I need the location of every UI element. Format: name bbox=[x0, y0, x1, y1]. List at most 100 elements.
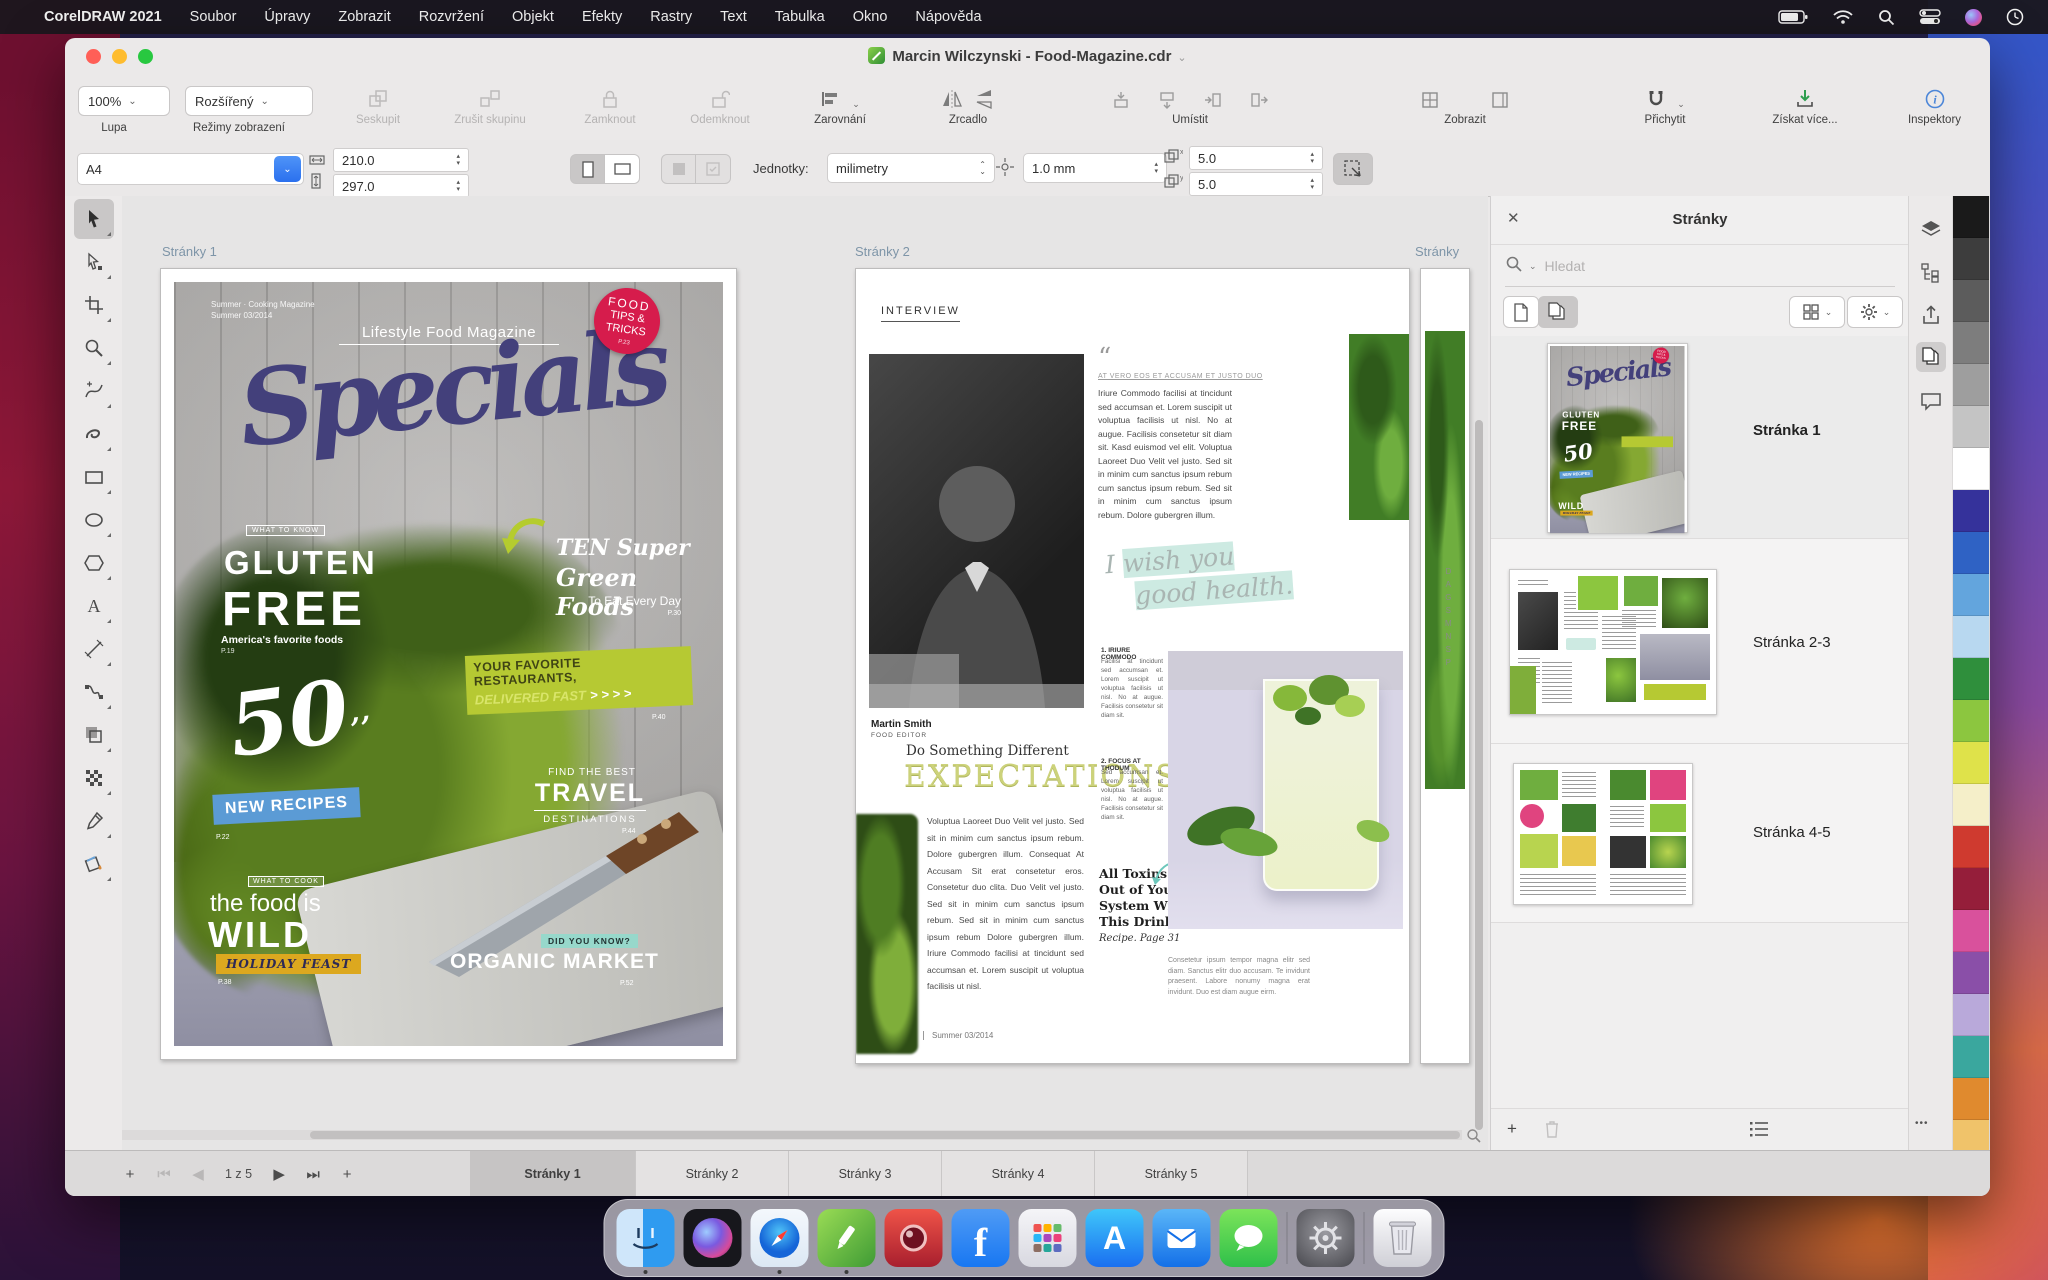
crop-tool[interactable] bbox=[74, 285, 114, 325]
dock-photo-app-icon[interactable] bbox=[885, 1209, 943, 1267]
menu-item[interactable]: Úpravy bbox=[264, 9, 310, 25]
color-swatch[interactable] bbox=[1953, 574, 1989, 616]
color-swatch[interactable] bbox=[1953, 364, 1989, 406]
objects-tree-icon[interactable] bbox=[1916, 258, 1946, 288]
pick-tool[interactable] bbox=[74, 199, 114, 239]
page3-canvas-label[interactable]: Stránky bbox=[1415, 244, 1459, 259]
menu-item[interactable]: Okno bbox=[853, 9, 888, 25]
export-icon[interactable] bbox=[1916, 300, 1946, 330]
chevron-down-icon[interactable]: ⌄ bbox=[1529, 261, 1537, 272]
page-tab[interactable]: Stránky 2 bbox=[636, 1151, 789, 1196]
page-item-3[interactable]: Stránka 4-5 bbox=[1491, 744, 1909, 923]
drawing-canvas[interactable]: Stránky 1 bbox=[122, 196, 1488, 1150]
title-chevron-icon[interactable]: ⌄ bbox=[1177, 52, 1186, 64]
pages-icon[interactable] bbox=[1916, 342, 1946, 372]
menu-item[interactable]: Tabulka bbox=[775, 9, 825, 25]
page-tab[interactable]: Stránky 1 bbox=[470, 1151, 636, 1196]
artistic-media-tool[interactable] bbox=[74, 414, 114, 454]
page-tab[interactable]: Stránky 5 bbox=[1095, 1151, 1248, 1196]
control-center-icon[interactable] bbox=[1919, 9, 1941, 25]
color-swatch[interactable] bbox=[1953, 532, 1989, 574]
page-tab[interactable]: Stránky 3 bbox=[789, 1151, 942, 1196]
zoom-level-dropdown[interactable]: 100%⌄ bbox=[78, 86, 170, 116]
color-swatch[interactable] bbox=[1953, 238, 1989, 280]
text-tool[interactable]: A bbox=[74, 586, 114, 626]
dock-trash-icon[interactable] bbox=[1374, 1209, 1432, 1267]
dock-launchpad-icon[interactable] bbox=[1019, 1209, 1077, 1267]
spinner-icon[interactable]: ▴▾ bbox=[1310, 177, 1314, 191]
curve-tool[interactable] bbox=[74, 371, 114, 411]
color-swatch[interactable] bbox=[1953, 196, 1989, 238]
view-mode-dropdown[interactable]: Rozšířený⌄ bbox=[185, 86, 313, 116]
page2-canvas-label[interactable]: Stránky 2 bbox=[855, 244, 910, 259]
align-button[interactable]: ⌄ Zarovnání bbox=[790, 82, 890, 126]
page2-3-thumbnail[interactable] bbox=[1509, 569, 1717, 715]
color-swatch[interactable] bbox=[1953, 406, 1989, 448]
page-1[interactable]: Summer · Cooking MagazineSummer 03/2014 … bbox=[160, 268, 737, 1060]
get-more-button[interactable]: Získat více... bbox=[1745, 82, 1865, 126]
color-swatch[interactable] bbox=[1953, 280, 1989, 322]
color-swatch[interactable] bbox=[1953, 1078, 1989, 1120]
spinner-icon[interactable]: ▴▾ bbox=[1154, 161, 1158, 175]
zoom-indicator-icon[interactable] bbox=[1466, 1128, 1482, 1149]
color-swatch[interactable] bbox=[1953, 448, 1989, 490]
portrait-orientation-button[interactable] bbox=[570, 154, 606, 184]
spinner-icon[interactable]: ▴▾ bbox=[456, 153, 460, 167]
page1-thumbnail[interactable]: Specials FOODTIPS &TRICKS GLUTEN FREE 50… bbox=[1547, 343, 1688, 533]
page-item-1[interactable]: Specials FOODTIPS &TRICKS GLUTEN FREE 50… bbox=[1491, 336, 1909, 539]
page-4-partial[interactable]: DAGSMNSP bbox=[1420, 268, 1470, 1064]
facing-pages-view-button[interactable] bbox=[1538, 296, 1578, 328]
position-top-icon[interactable] bbox=[1111, 90, 1131, 110]
color-swatch[interactable] bbox=[1953, 910, 1989, 952]
dock-finder-icon[interactable] bbox=[617, 1209, 675, 1267]
page4-5-thumbnail[interactable] bbox=[1513, 763, 1693, 905]
menu-item[interactable]: CorelDRAW 2021 bbox=[44, 9, 162, 25]
position-left-icon[interactable] bbox=[1203, 90, 1223, 110]
inspectors-button[interactable]: i Inspektory bbox=[1887, 82, 1982, 126]
siri-icon[interactable] bbox=[1965, 9, 1982, 26]
more-options[interactable]: ••• bbox=[1915, 1118, 1929, 1129]
last-page-button[interactable]: ⏭ bbox=[296, 1166, 330, 1183]
landscape-orientation-button[interactable] bbox=[604, 154, 640, 184]
ellipse-tool[interactable] bbox=[74, 500, 114, 540]
page-item-label[interactable]: Stránka 4-5 bbox=[1753, 824, 1831, 841]
layers-icon[interactable] bbox=[1916, 214, 1946, 244]
menu-item[interactable]: Rozvržení bbox=[419, 9, 484, 25]
add-page-button[interactable]: + bbox=[1507, 1119, 1517, 1139]
menu-item[interactable]: Objekt bbox=[512, 9, 554, 25]
nudge-field[interactable]: 1.0 mm▴▾ bbox=[1023, 153, 1167, 183]
treat-as-filled-button[interactable] bbox=[1333, 153, 1373, 185]
battery-icon[interactable] bbox=[1778, 9, 1808, 25]
menu-item[interactable]: Soubor bbox=[190, 9, 237, 25]
spinner-icon[interactable]: ▴▾ bbox=[1310, 151, 1314, 165]
color-swatch[interactable] bbox=[1953, 616, 1989, 658]
position-bottom-icon[interactable] bbox=[1157, 90, 1177, 110]
page-width-field[interactable]: 210.0▴▾ bbox=[333, 148, 469, 172]
view-buttons[interactable]: Zobrazit bbox=[1375, 82, 1555, 126]
menu-item[interactable]: Nápověda bbox=[915, 9, 981, 25]
color-swatch[interactable] bbox=[1953, 826, 1989, 868]
page-height-field[interactable]: 297.0▴▾ bbox=[333, 174, 469, 198]
add-page-button[interactable]: + bbox=[113, 1166, 147, 1183]
mirror-horizontal-icon[interactable] bbox=[941, 88, 963, 110]
horizontal-scrollbar-track[interactable] bbox=[122, 1130, 1462, 1140]
connector-tool[interactable] bbox=[74, 672, 114, 712]
menu-item[interactable]: Zobrazit bbox=[338, 9, 390, 25]
dock-facebook-icon[interactable]: f bbox=[952, 1209, 1010, 1267]
search-icon[interactable] bbox=[1878, 9, 1895, 26]
spinner-icon[interactable]: ▴▾ bbox=[456, 179, 460, 193]
dock-system-preferences-icon[interactable] bbox=[1297, 1209, 1355, 1267]
options-gear-dropdown[interactable]: ⌄ bbox=[1847, 296, 1903, 328]
color-swatch[interactable] bbox=[1953, 1036, 1989, 1078]
search-icon[interactable] bbox=[1505, 255, 1523, 278]
duplicate-y-field[interactable]: 5.0▴▾ bbox=[1189, 172, 1323, 196]
color-swatch[interactable] bbox=[1953, 322, 1989, 364]
position-right-icon[interactable] bbox=[1249, 90, 1269, 110]
color-swatch[interactable] bbox=[1953, 1120, 1989, 1150]
list-view-button[interactable] bbox=[1749, 1120, 1769, 1143]
zoom-tool[interactable] bbox=[74, 328, 114, 368]
thumbnail-size-dropdown[interactable]: ⌄ bbox=[1789, 296, 1845, 328]
color-swatch[interactable] bbox=[1953, 700, 1989, 742]
page-item-label[interactable]: Stránka 1 bbox=[1753, 422, 1821, 439]
mesh-fill-tool[interactable] bbox=[74, 758, 114, 798]
